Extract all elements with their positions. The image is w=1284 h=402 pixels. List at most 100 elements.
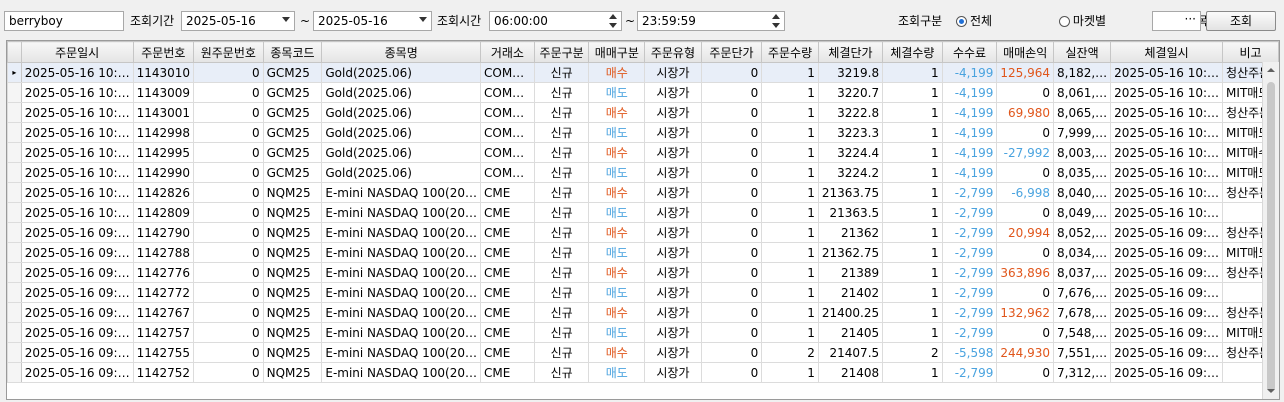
table-cell: 1 xyxy=(882,162,943,183)
table-cell: 2025-05-16 10:… xyxy=(1110,202,1224,223)
table-cell: 0 xyxy=(700,302,763,323)
table-cell: 21400.25 xyxy=(817,302,884,323)
table-cell: 매수 xyxy=(588,182,646,203)
table-cell: 1142990 xyxy=(132,162,195,183)
table-cell: 1142826 xyxy=(132,182,195,203)
table-row[interactable]: 2025-05-16 09:… 1142772 0 NQM25 E-mini NASDA… xyxy=(7,282,1279,303)
table-cell: 1142776 xyxy=(132,262,195,283)
table-cell: 매도 xyxy=(588,322,646,343)
table-cell: Gold(2025.06) xyxy=(321,122,481,143)
table-cell: 신규 xyxy=(533,202,590,223)
more-options-button[interactable]: ··· xyxy=(1152,11,1201,31)
table-cell: 21402 xyxy=(817,282,884,303)
column-header[interactable]: 주문번호 xyxy=(132,41,195,63)
column-header[interactable]: 종목명 xyxy=(321,41,481,63)
spin-up-icon[interactable] xyxy=(772,14,780,19)
chevron-down-icon[interactable] xyxy=(419,17,427,22)
column-header[interactable]: 체결수량 xyxy=(882,41,943,63)
column-header[interactable]: 체결단가 xyxy=(817,41,884,63)
table-row[interactable]: 2025-05-16 10:… 1143001 0 GCM25 Gold(2025.06… xyxy=(7,102,1279,123)
table-row[interactable]: 2025-05-16 10:… 1142826 0 NQM25 E-mini NASDA… xyxy=(7,182,1279,203)
table-cell: 2025-05-16 10:… xyxy=(20,122,134,143)
row-indicator[interactable] xyxy=(7,262,22,283)
table-row[interactable]: 2025-05-16 09:… 1142767 0 NQM25 E-mini NASDA… xyxy=(7,302,1279,323)
column-header[interactable]: 체결일시 xyxy=(1110,41,1224,63)
column-header[interactable]: 주문수량 xyxy=(761,41,819,63)
row-indicator[interactable] xyxy=(7,102,22,123)
table-cell: 신규 xyxy=(533,282,590,303)
table-cell: CME xyxy=(480,202,535,223)
table-row[interactable]: 2025-05-16 09:… 1142757 0 NQM25 E-mini NASDA… xyxy=(7,322,1279,343)
table-row[interactable]: 2025-05-16 09:… 1142755 0 NQM25 E-mini NASDA… xyxy=(7,342,1279,363)
table-row[interactable]: 2025-05-16 10:… 1142995 0 GCM25 Gold(2025.06… xyxy=(7,142,1279,163)
row-indicator[interactable] xyxy=(7,162,22,183)
row-indicator[interactable] xyxy=(7,242,22,263)
row-indicator[interactable] xyxy=(7,342,22,363)
table-row[interactable]: ▸ 2025-05-16 10:… 1143010 0 GCM25 Gold(2025.0… xyxy=(7,62,1279,83)
radio-all[interactable]: 전체 xyxy=(956,11,992,31)
order-history-grid[interactable]: 주문일시 주문번호 원주문번호 종목코드 종목명 거래소 주문구분 매매구분 주문유형 주문단가 주… xyxy=(6,40,1280,400)
table-row[interactable]: 2025-05-16 10:… 1142809 0 NQM25 E-mini NASDA… xyxy=(7,202,1279,223)
column-header[interactable]: 수수료 xyxy=(941,41,998,63)
table-row[interactable]: 2025-05-16 09:… 1142752 0 NQM25 E-mini NASDA… xyxy=(7,362,1279,383)
column-header[interactable]: 거래소 xyxy=(480,41,535,63)
table-cell: 21363.75 xyxy=(817,182,884,203)
column-header[interactable]: 주문일시 xyxy=(20,41,134,63)
time-from-spinner[interactable]: 06:00:00 xyxy=(489,11,622,31)
column-header[interactable]: 주문구분 xyxy=(533,41,590,63)
table-cell: 2025-05-16 10:… xyxy=(1110,122,1224,143)
row-indicator[interactable] xyxy=(7,122,22,143)
row-indicator[interactable] xyxy=(7,322,22,343)
column-header[interactable]: 종목코드 xyxy=(262,41,323,63)
table-cell: 0 xyxy=(700,262,763,283)
table-row[interactable]: 2025-05-16 10:… 1143009 0 GCM25 Gold(2025.06… xyxy=(7,82,1279,103)
row-indicator[interactable] xyxy=(7,142,22,163)
table-cell: NQM25 xyxy=(262,222,323,243)
date-to-picker[interactable]: 2025-05-16 xyxy=(313,11,432,31)
table-row[interactable]: 2025-05-16 10:… 1142998 0 GCM25 Gold(2025.06… xyxy=(7,122,1279,143)
table-cell: 1142767 xyxy=(132,302,195,323)
table-cell: 2025-05-16 09:… xyxy=(20,262,134,283)
radio-market[interactable]: 마켓별 xyxy=(1058,11,1106,31)
column-header[interactable]: 원주문번호 xyxy=(193,41,264,63)
table-cell: GCM25 xyxy=(262,122,323,143)
column-header[interactable]: 실잔액 xyxy=(1052,41,1112,63)
column-header[interactable]: 매매구분 xyxy=(588,41,646,63)
time-to-spinner[interactable]: 23:59:59 xyxy=(637,11,785,31)
table-row[interactable]: 2025-05-16 10:… 1142990 0 GCM25 Gold(2025.06… xyxy=(7,162,1279,183)
table-cell: 0 xyxy=(700,182,763,203)
scroll-thumb[interactable] xyxy=(1267,82,1275,392)
table-cell: 1 xyxy=(882,122,943,143)
search-button[interactable]: 조회 xyxy=(1206,11,1276,31)
row-indicator[interactable] xyxy=(7,82,22,103)
spin-down-icon[interactable] xyxy=(772,23,780,28)
table-cell: 1 xyxy=(761,122,819,143)
table-row[interactable]: 2025-05-16 09:… 1142788 0 NQM25 E-mini NASDA… xyxy=(7,242,1279,263)
date-from-picker[interactable]: 2025-05-16 xyxy=(181,11,295,31)
user-id-field[interactable]: berryboy xyxy=(4,11,124,31)
row-indicator[interactable] xyxy=(7,202,22,223)
row-indicator[interactable] xyxy=(7,282,22,303)
column-header[interactable]: 주문유형 xyxy=(644,41,702,63)
table-row[interactable]: 2025-05-16 09:… 1142790 0 NQM25 E-mini NASDA… xyxy=(7,222,1279,243)
row-indicator[interactable]: ▸ xyxy=(7,62,22,83)
scroll-down-icon[interactable] xyxy=(1267,389,1275,393)
table-cell: 1 xyxy=(761,262,819,283)
chevron-down-icon[interactable] xyxy=(282,17,290,22)
spin-up-icon[interactable] xyxy=(609,14,617,19)
row-indicator[interactable] xyxy=(7,222,22,243)
table-cell: 매수 xyxy=(588,102,646,123)
column-header[interactable]: 주문단가 xyxy=(700,41,763,63)
column-header[interactable]: 비고 xyxy=(1222,41,1279,63)
column-header[interactable]: 매매손익 xyxy=(996,41,1054,63)
row-indicator[interactable] xyxy=(7,302,22,323)
table-row[interactable]: 2025-05-16 09:… 1142776 0 NQM25 E-mini NASDA… xyxy=(7,262,1279,283)
spin-down-icon[interactable] xyxy=(609,23,617,28)
table-cell: 시장가 xyxy=(644,342,702,363)
scroll-up-icon[interactable] xyxy=(1267,68,1275,72)
vertical-scrollbar[interactable] xyxy=(1262,62,1279,399)
row-indicator[interactable] xyxy=(7,182,22,203)
table-cell: -4,199 xyxy=(941,82,998,103)
row-indicator[interactable] xyxy=(7,362,22,383)
table-cell: 1142757 xyxy=(132,322,195,343)
